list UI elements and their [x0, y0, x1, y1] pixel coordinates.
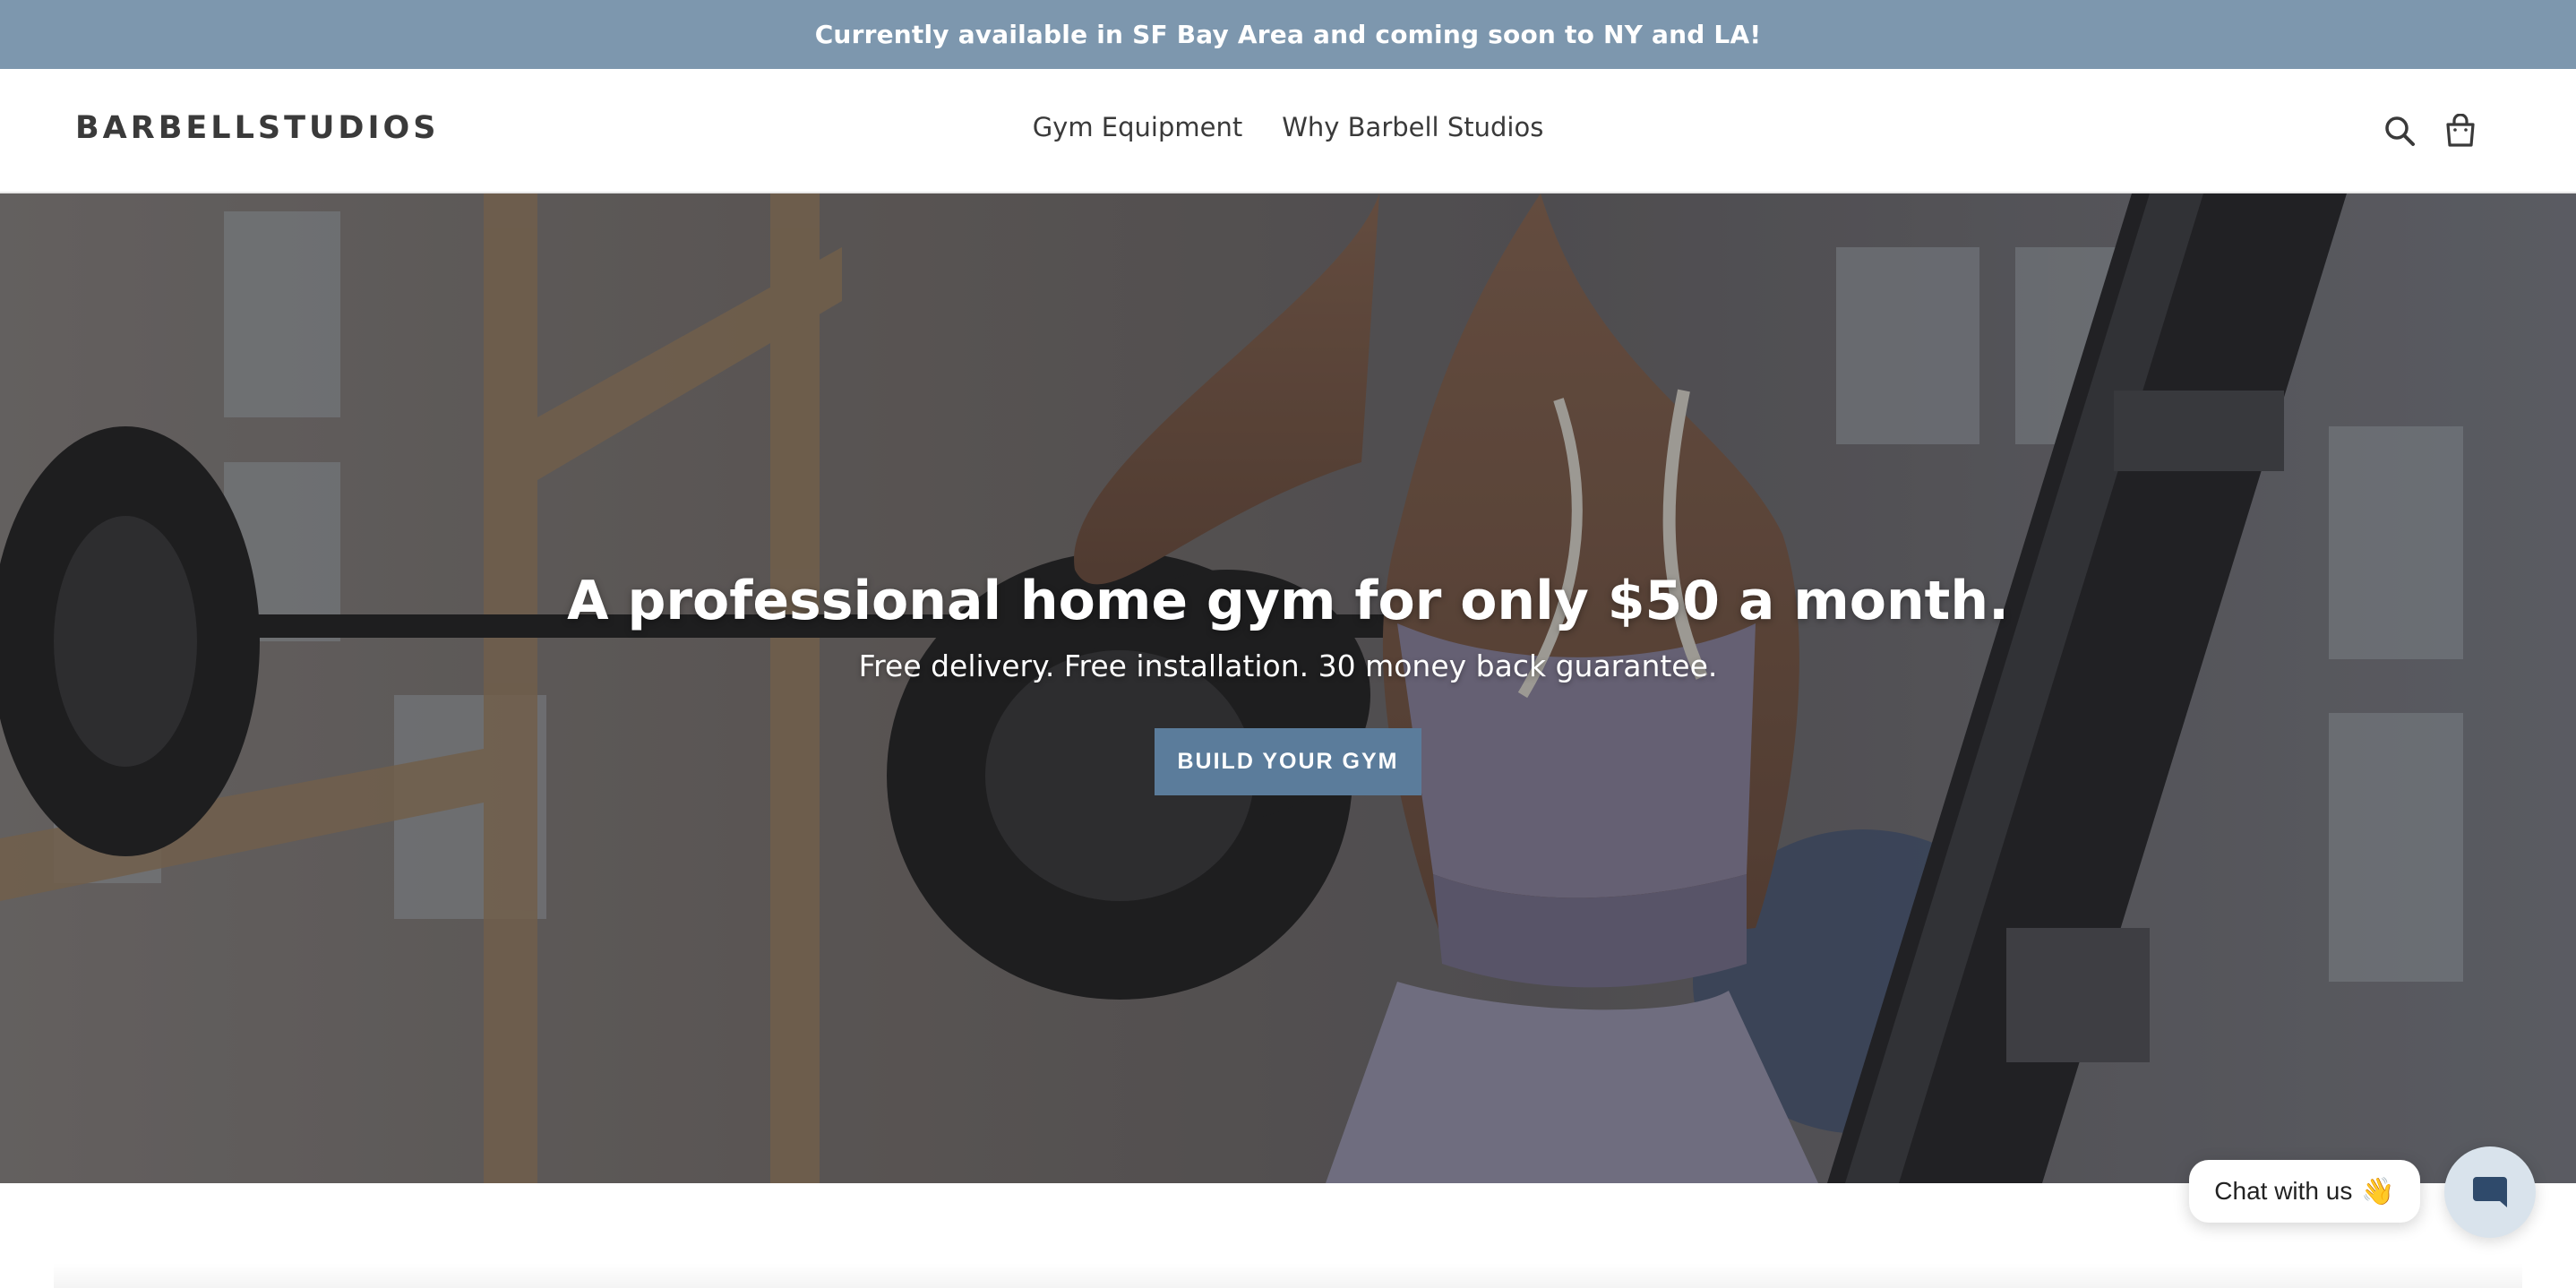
hero-title: A professional home gym for only $50 a m…: [567, 570, 2009, 632]
search-icon[interactable]: [2375, 107, 2424, 155]
build-your-gym-button[interactable]: BUILD YOUR GYM: [1155, 728, 1421, 795]
announcement-text: Currently available in SF Bay Area and c…: [814, 20, 1762, 49]
site-logo[interactable]: BARBELLSTUDIOS: [75, 110, 439, 146]
chat-bubble-icon[interactable]: [2444, 1146, 2536, 1238]
chat-label: Chat with us: [2214, 1177, 2353, 1205]
waving-hand-icon: 👋: [2361, 1175, 2395, 1207]
chat-with-us-button[interactable]: Chat with us 👋: [2189, 1160, 2420, 1223]
hero-content: A professional home gym for only $50 a m…: [0, 570, 2576, 795]
cart-icon[interactable]: [2436, 107, 2485, 155]
hero-banner: A professional home gym for only $50 a m…: [0, 193, 2576, 1183]
announcement-bar: Currently available in SF Bay Area and c…: [0, 0, 2576, 69]
hero-subtitle: Free delivery. Free installation. 30 mon…: [858, 648, 1718, 683]
nav-why-barbell-studios[interactable]: Why Barbell Studios: [1282, 112, 1543, 142]
section-divider: [54, 1263, 2522, 1288]
nav-gym-equipment[interactable]: Gym Equipment: [1033, 112, 1243, 142]
site-header: BARBELLSTUDIOS Gym Equipment Why Barbell…: [0, 69, 2576, 193]
